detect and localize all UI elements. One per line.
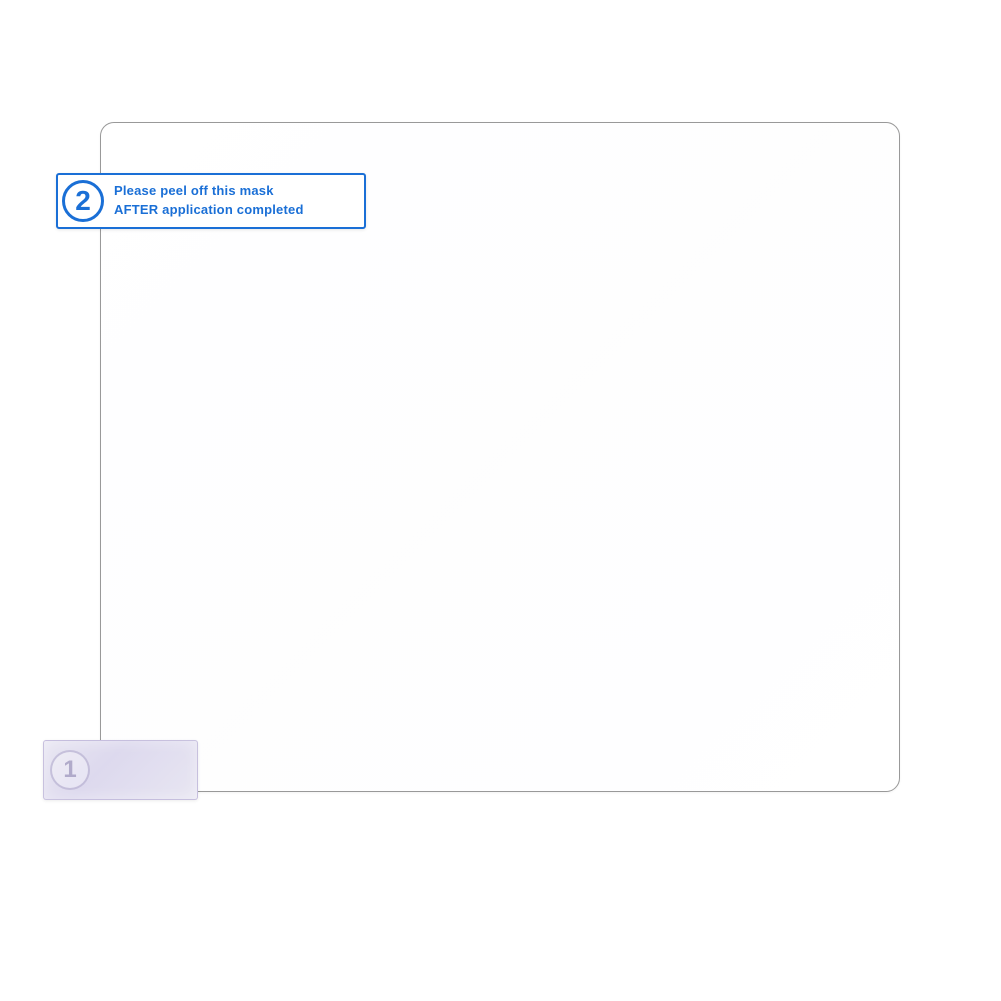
step-number-circle-icon: 2: [62, 180, 104, 222]
step-number-circle-icon: 1: [50, 750, 90, 790]
instruction-line-2: AFTER application completed: [114, 201, 304, 220]
peel-tab-step-1: 1: [43, 740, 198, 800]
peel-instruction-text: Please peel off this mask AFTER applicat…: [114, 182, 304, 220]
instruction-line-1: Please peel off this mask: [114, 182, 304, 201]
step-number: 2: [75, 185, 91, 217]
peel-tab-step-2: 2 Please peel off this mask AFTER applic…: [56, 173, 366, 229]
step-number: 1: [63, 756, 76, 784]
